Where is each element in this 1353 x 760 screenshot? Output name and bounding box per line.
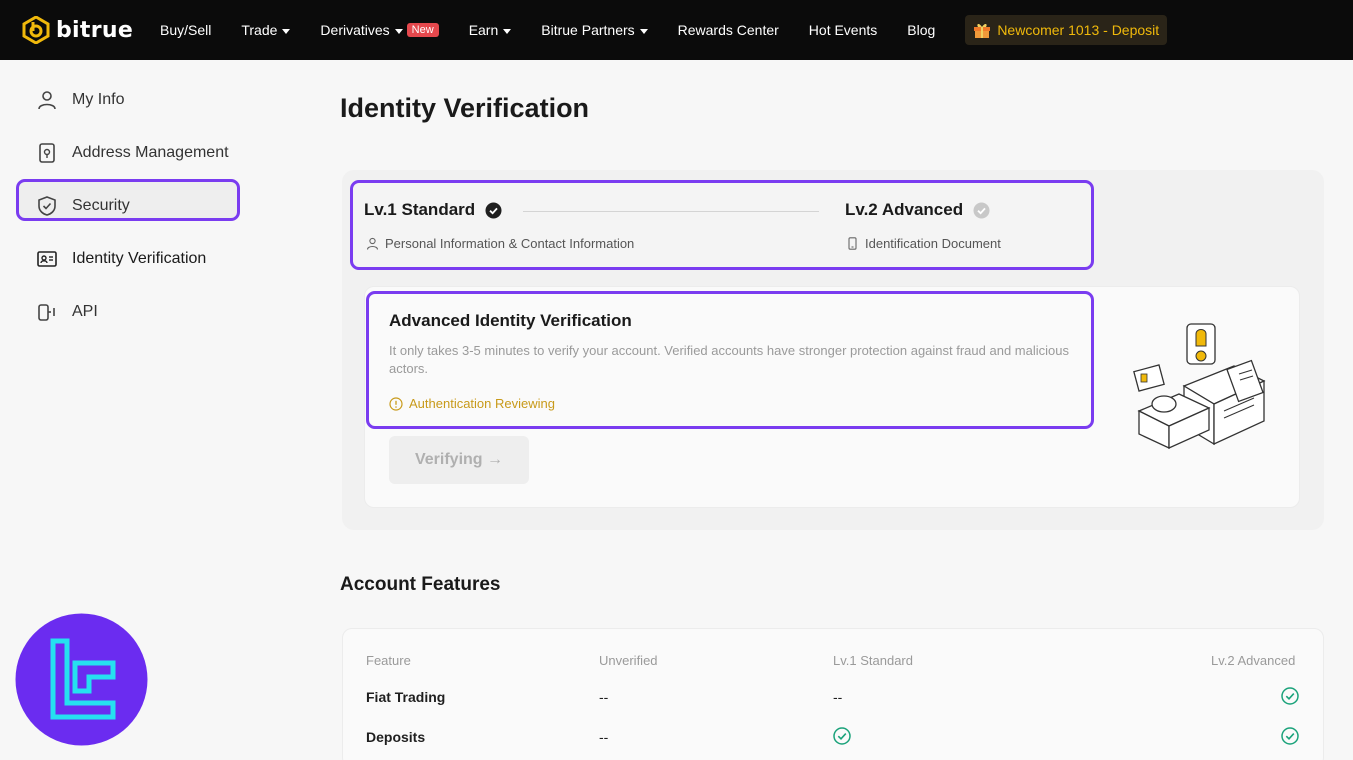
advanced-verification-title: Advanced Identity Verification xyxy=(389,311,632,330)
caret-down-icon xyxy=(639,28,648,34)
promo-label: Newcomer 1013 - Deposit xyxy=(997,22,1160,38)
nav-label: Rewards Center xyxy=(677,22,779,38)
warning-circle-icon xyxy=(389,396,403,411)
verification-status-text: Authentication Reviewing xyxy=(409,396,555,411)
newcomer-promo-button[interactable]: Newcomer 1013 - Deposit xyxy=(965,15,1168,45)
sidebar-item-label: Address Management xyxy=(72,144,229,161)
advanced-verification-description: It only takes 3-5 minutes to verify your… xyxy=(389,343,1069,376)
nav-buy-sell[interactable]: Buy/Sell xyxy=(160,22,211,38)
level-2-title-text: Lv.2 Advanced xyxy=(845,200,964,219)
sidebar-item-my-info[interactable]: My Info xyxy=(36,89,124,111)
nav-label: Hot Events xyxy=(808,22,878,38)
address-icon xyxy=(39,143,55,163)
nav-rewards-center[interactable]: Rewards Center xyxy=(678,22,779,38)
sidebar-item-api[interactable]: API xyxy=(36,301,98,323)
nav-hot-events[interactable]: Hot Events xyxy=(809,22,877,38)
table-header-lv1: Lv.1 Standard xyxy=(833,653,913,668)
table-header-feature: Feature xyxy=(366,653,411,668)
nav-label: Bitrue Partners xyxy=(541,22,635,38)
sidebar-item-identity-verification[interactable]: Identity Verification xyxy=(36,248,206,270)
nav-label: Trade xyxy=(241,22,278,38)
id-card-icon xyxy=(37,251,57,267)
level-1-subtitle: Personal Information & Contact Informati… xyxy=(366,236,634,251)
sidebar-item-security[interactable]: Security xyxy=(36,195,130,217)
check-circle-icon xyxy=(485,202,502,218)
verification-illustration xyxy=(1133,323,1266,450)
shield-icon xyxy=(38,196,56,216)
nav-earn[interactable]: Earn xyxy=(469,22,512,38)
level-1-subtitle-text: Personal Information & Contact Informati… xyxy=(385,236,635,251)
sidebar-item-label: Security xyxy=(72,197,130,214)
sidebar-item-label: My Info xyxy=(72,91,125,108)
account-features-title: Account Features xyxy=(340,574,501,595)
nav-blog[interactable]: Blog xyxy=(907,22,935,38)
level-1-title: Lv.1 Standard xyxy=(364,200,502,220)
table-header-lv2: Lv.2 Advanced xyxy=(1211,653,1296,668)
user-icon xyxy=(366,237,379,250)
gift-icon xyxy=(974,23,991,38)
bitrue-logo[interactable]: bitrue xyxy=(22,16,140,44)
verification-levels xyxy=(350,180,1094,270)
check-circle-icon xyxy=(1281,687,1299,705)
nav-label: Blog xyxy=(907,22,936,38)
caret-down-icon xyxy=(282,28,291,34)
check-circle-icon xyxy=(1281,727,1299,745)
feature-label: Deposits xyxy=(366,729,426,745)
nav-derivatives[interactable]: Derivatives New xyxy=(320,22,439,38)
verification-status: Authentication Reviewing xyxy=(389,396,555,411)
user-icon xyxy=(38,91,56,110)
level-connector xyxy=(523,211,819,212)
verifying-button[interactable]: Verifying → xyxy=(389,436,529,484)
sidebar-item-label: API xyxy=(72,303,98,320)
level-2-subtitle: Identification Document xyxy=(846,236,1001,251)
feature-unverified-value: -- xyxy=(599,689,609,705)
sidebar-item-address-management[interactable]: Address Management xyxy=(36,142,229,164)
level-2-subtitle-text: Identification Document xyxy=(865,236,1001,251)
feature-label: Fiat Trading xyxy=(366,689,446,705)
feature-unverified-value: -- xyxy=(599,729,609,745)
caret-down-icon xyxy=(503,28,512,34)
level-2-title: Lv.2 Advanced xyxy=(845,200,990,220)
top-navbar: bitrue Buy/Sell Trade Derivatives New Ear… xyxy=(0,0,1353,60)
watermark-logo xyxy=(15,613,148,746)
feature-lv1-value: -- xyxy=(833,689,843,705)
nav-bitrue-partners[interactable]: Bitrue Partners xyxy=(541,22,648,38)
api-icon xyxy=(38,304,55,321)
bitrue-logo-icon xyxy=(22,16,50,44)
phone-icon xyxy=(848,237,857,250)
page-title: Identity Verification xyxy=(340,93,590,123)
check-circle-icon xyxy=(973,202,990,218)
logo-text: bitrue xyxy=(56,17,134,43)
check-circle-icon xyxy=(833,727,851,745)
nav-label: Buy/Sell xyxy=(160,22,212,38)
nav-trade[interactable]: Trade xyxy=(241,22,291,38)
level-1-title-text: Lv.1 Standard xyxy=(364,200,476,219)
nav-label: Earn xyxy=(468,22,499,38)
caret-down-icon xyxy=(394,28,403,34)
new-badge: New xyxy=(406,23,439,37)
table-header-unverified: Unverified xyxy=(599,653,658,668)
nav-label: Derivatives xyxy=(320,22,390,38)
sidebar-item-label: Identity Verification xyxy=(72,250,207,267)
